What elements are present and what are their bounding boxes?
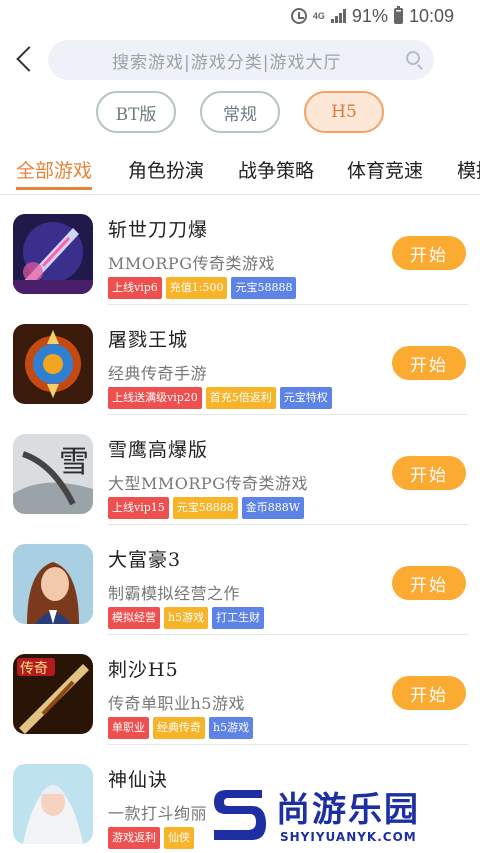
start-button[interactable]: 开始	[392, 236, 466, 270]
game-tags: 上线vip15 元宝58888 金币888W	[108, 497, 305, 519]
game-tag: 仙侠	[164, 827, 194, 849]
tab-sports-racing[interactable]: 体育竞速	[347, 156, 423, 183]
watermark-url: SHYIYUANYK.COM	[280, 830, 417, 844]
game-title: 雪鹰高爆版	[108, 439, 209, 461]
signal-icon	[330, 9, 346, 23]
search-icon[interactable]	[406, 51, 420, 65]
game-icon-xueying: 雪	[13, 434, 93, 514]
game-description: 经典传奇手游	[108, 364, 208, 383]
clock: 10:09	[408, 5, 454, 26]
game-tag: 经典传奇	[153, 717, 205, 739]
game-title: 神仙诀	[108, 769, 169, 791]
version-filters: BT版 常规 H5	[96, 91, 384, 133]
start-button[interactable]: 开始	[392, 346, 466, 380]
game-tag: 上线vip15	[108, 497, 169, 519]
game-tag: 元宝特权	[279, 387, 332, 409]
game-list: 斩世刀刀爆 MMORPG传奇类游戏 上线vip6 充值1:500 元宝58888…	[0, 195, 480, 853]
tab-strategy[interactable]: 战争策略	[238, 156, 314, 183]
tab-all-games[interactable]: 全部游戏	[16, 156, 92, 183]
game-tags: 模拟经营 h5游戏 打工生财	[108, 607, 265, 629]
game-tag: 充值1:500	[165, 277, 228, 299]
search-placeholder: 搜索游戏|游戏分类|游戏大厅	[112, 52, 342, 73]
game-icon-cisha: 传奇	[13, 654, 93, 734]
watermark-brand: 尚游乐园	[276, 790, 420, 830]
game-description: 制霸模拟经营之作	[108, 584, 241, 603]
category-tabs: 全部游戏 角色扮演 战争策略 体育竞速 模拟	[0, 146, 480, 194]
list-item[interactable]: 传奇 刺沙H5 传奇单职业h5游戏 单职业 经典传奇 h5游戏 开始	[0, 635, 480, 745]
game-tags: 上线送满级vip20 首充5倍返利 元宝特权	[108, 387, 332, 409]
game-icon-tulu	[13, 324, 93, 404]
game-tag: 游戏返利	[108, 827, 160, 849]
thumb-label: 传奇	[20, 660, 48, 677]
start-button[interactable]: 开始	[392, 676, 466, 710]
thumb-calligraphy: 雪	[59, 445, 89, 480]
game-tags: 上线vip6 充值1:500 元宝58888	[108, 277, 297, 299]
game-title: 刺沙H5	[108, 659, 179, 681]
list-item[interactable]: 屠戮王城 经典传奇手游 上线送满级vip20 首充5倍返利 元宝特权 开始	[0, 305, 480, 415]
game-title: 屠戮王城	[108, 329, 189, 351]
status-bar: 4G 91% 10:09	[0, 0, 480, 32]
filter-bt[interactable]: BT版	[96, 91, 176, 133]
game-tag: 金币888W	[241, 497, 305, 519]
game-tag: 首充5倍返利	[205, 387, 276, 409]
game-tag: 模拟经营	[108, 607, 160, 629]
search-input[interactable]: 搜索游戏|游戏分类|游戏大厅	[48, 40, 434, 80]
back-button[interactable]	[12, 44, 42, 76]
game-icon-dafuhao	[13, 544, 93, 624]
network-type: 4G	[312, 10, 325, 21]
list-item[interactable]: 斩世刀刀爆 MMORPG传奇类游戏 上线vip6 充值1:500 元宝58888…	[0, 195, 480, 305]
game-tag: 元宝58888	[231, 277, 297, 299]
game-tag: 单职业	[108, 717, 149, 739]
game-tag: h5游戏	[164, 607, 209, 629]
game-description: 一款打斗绚丽	[108, 804, 208, 823]
tab-indicator	[16, 187, 92, 190]
battery-icon	[393, 6, 403, 24]
filter-h5[interactable]: H5	[304, 91, 384, 133]
game-tag: 打工生财	[212, 607, 265, 629]
filter-regular[interactable]: 常规	[200, 91, 280, 133]
game-description: 大型MMORPG传奇类游戏	[108, 474, 308, 493]
list-item[interactable]: 大富豪3 制霸模拟经营之作 模拟经营 h5游戏 打工生财 开始	[0, 525, 480, 635]
game-title: 斩世刀刀爆	[108, 219, 209, 241]
game-tag: 上线vip6	[108, 277, 162, 299]
game-icon-zhanshi	[13, 214, 93, 294]
game-tag: 上线送满级vip20	[108, 387, 202, 409]
game-description: 传奇单职业h5游戏	[108, 694, 245, 713]
game-tag: h5游戏	[209, 717, 254, 739]
game-icon-shenxian	[13, 764, 93, 844]
site-watermark: 尚游乐园 SHYIYUANYK.COM	[212, 782, 480, 853]
game-title: 大富豪3	[108, 549, 182, 571]
start-button[interactable]: 开始	[392, 566, 466, 600]
watermark-logo	[214, 790, 266, 840]
game-tags: 单职业 经典传奇 h5游戏	[108, 717, 254, 739]
game-description: MMORPG传奇类游戏	[108, 254, 275, 273]
tab-role-playing[interactable]: 角色扮演	[128, 156, 204, 183]
tab-simulation[interactable]: 模拟	[457, 156, 480, 183]
list-item[interactable]: 雪 雪鹰高爆版 大型MMORPG传奇类游戏 上线vip15 元宝58888 金币…	[0, 415, 480, 525]
game-tag: 元宝58888	[172, 497, 238, 519]
game-tags: 游戏返利 仙侠	[108, 827, 194, 849]
start-button[interactable]: 开始	[392, 456, 466, 490]
battery-percent: 91%	[351, 5, 388, 26]
alarm-icon	[290, 8, 307, 24]
